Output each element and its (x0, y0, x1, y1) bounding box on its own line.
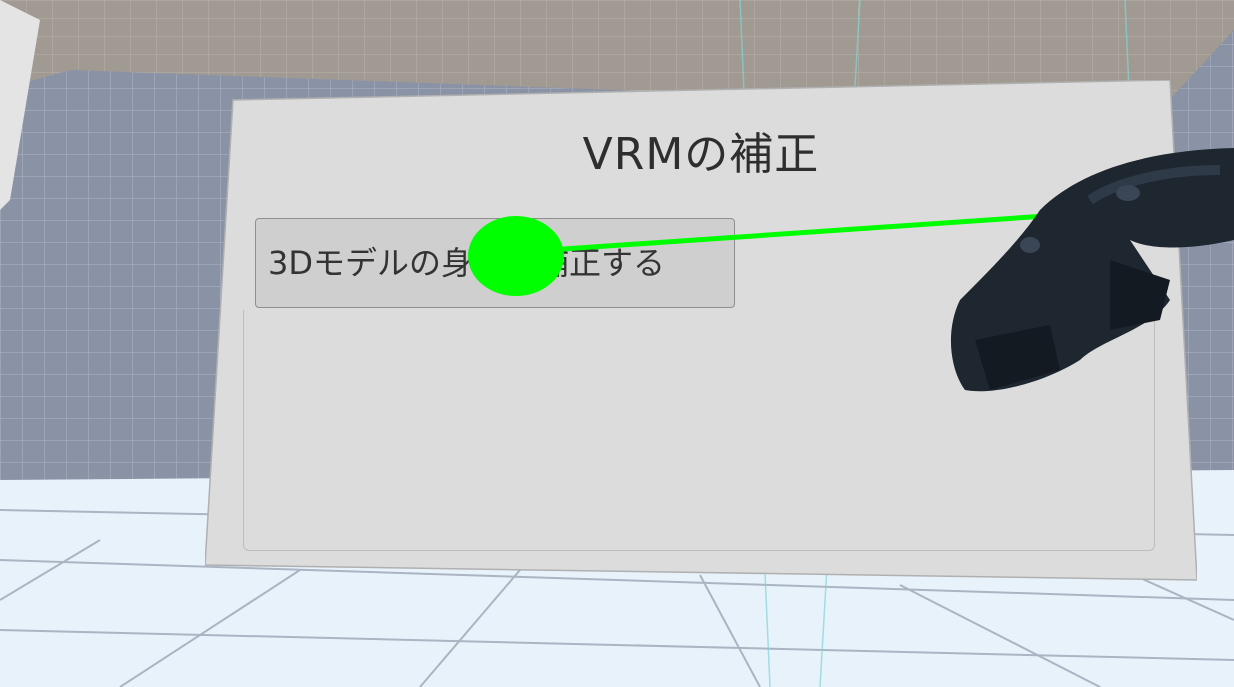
panel-title: VRMの補正 (582, 129, 820, 180)
correct-height-button[interactable]: 3Dモデルの身長を補正する (255, 218, 735, 308)
panel-content-area (243, 310, 1155, 551)
vrm-correction-panel: VRMの補正 3Dモデルの身長を補正する (205, 80, 1197, 585)
